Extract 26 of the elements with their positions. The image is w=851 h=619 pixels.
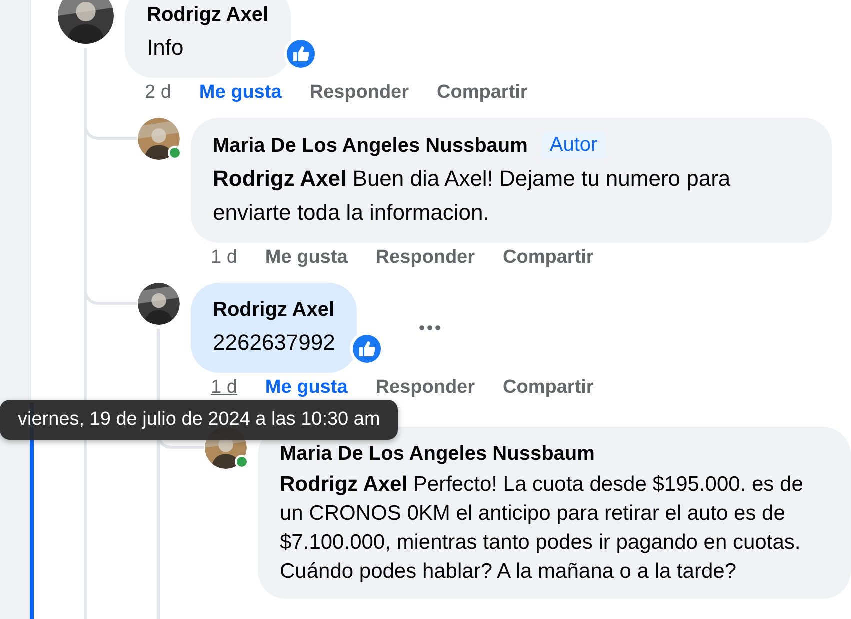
comment-action-link[interactable]: Compartir <box>503 247 594 269</box>
comment-action-link[interactable]: Me gusta <box>199 82 282 104</box>
more-options-icon[interactable] <box>419 325 442 331</box>
comment-action-link[interactable]: Me gusta <box>265 247 348 269</box>
avatar[interactable] <box>58 0 114 44</box>
author-name[interactable]: Maria De Los Angeles Nussbaum <box>213 132 528 158</box>
comment-text: Rodrigz Axel Perfecto! La cuota desde $195.000. es de un CRONOS 0KM el anticipo para retirar el auto es de $7.100.000, mientras tanto podes ir pagando en cuotas. Cuándo podes hablar? A la mañana o a la tarde? <box>280 472 804 585</box>
comment-action-link[interactable]: Me gusta <box>265 377 348 399</box>
comment-action-link[interactable]: Responder <box>376 247 476 269</box>
author-tag: Autor <box>542 132 606 159</box>
avatar[interactable] <box>138 118 180 160</box>
avatar[interactable] <box>138 283 180 325</box>
comment-action-link[interactable]: Responder <box>376 377 476 399</box>
comment-text: Info <box>147 34 185 62</box>
comment-time[interactable]: 2 d <box>145 82 172 104</box>
comment-time[interactable]: 1 d <box>211 247 238 269</box>
author-name[interactable]: Rodrigz Axel <box>147 2 268 28</box>
comment-text: Rodrigz Axel Buen dia Axel! Dejame tu numero para enviarte toda la informacion. <box>213 165 732 227</box>
comment-text: 2262637992 <box>213 329 336 357</box>
author-name[interactable]: Rodrigz Axel <box>213 297 334 323</box>
comment-action-link[interactable]: Responder <box>310 82 410 104</box>
author-name[interactable]: Maria De Los Angeles Nussbaum <box>280 441 595 467</box>
comment-action-link[interactable]: Compartir <box>437 82 528 104</box>
comment-action-link[interactable]: Compartir <box>503 377 594 399</box>
date-tooltip: viernes, 19 de julio de 2024 a las 10:30 am <box>0 400 398 440</box>
comment-time[interactable]: 1 d <box>211 377 238 399</box>
